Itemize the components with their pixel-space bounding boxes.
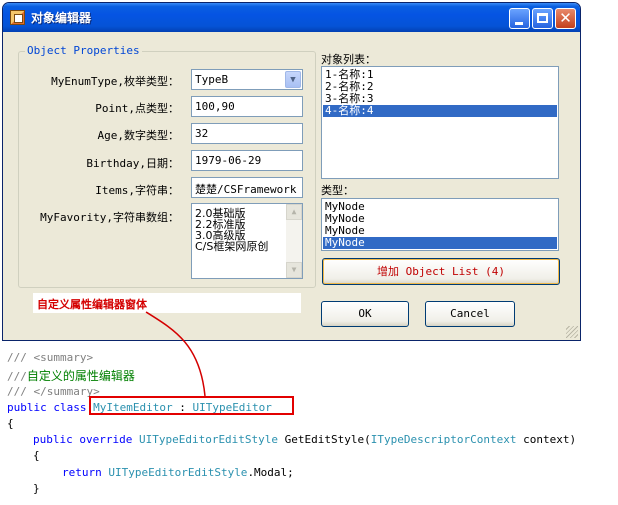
enum-type-value: TypeB xyxy=(195,73,229,86)
age-label: Age,数字类型： xyxy=(97,129,180,142)
code-line-1: /// <summary> xyxy=(7,351,94,364)
code-line-3: /// </summary> xyxy=(7,385,100,398)
close-button[interactable]: ✕ xyxy=(555,8,576,29)
code-keyword: public override xyxy=(33,433,139,446)
code-param: context) xyxy=(516,433,577,446)
object-list-label: 对象列表： xyxy=(321,53,376,66)
object-properties-group: Object Properties MyEnumType,枚举类型： TypeB… xyxy=(18,44,316,288)
close-icon: ✕ xyxy=(559,9,572,27)
favority-line: C/S框架网原创 xyxy=(195,240,269,253)
code-line-6: public override UITypeEditorEditStyle Ge… xyxy=(33,433,576,446)
minimize-button[interactable] xyxy=(509,8,530,29)
favority-scrollbar[interactable]: ▲ ▼ xyxy=(286,204,302,278)
caption-box: 自定义属性编辑器窗体 xyxy=(33,293,301,313)
point-label: Point,点类型： xyxy=(95,102,179,115)
code-line-7: { xyxy=(33,449,40,462)
scroll-up-icon[interactable]: ▲ xyxy=(286,204,302,220)
title-bar[interactable]: 对象编辑器 ✕ xyxy=(3,3,580,32)
scroll-down-icon[interactable]: ▼ xyxy=(286,262,302,278)
minimize-icon xyxy=(515,22,523,25)
code-line-8: return UITypeEditorEditStyle.Modal; xyxy=(62,466,294,479)
code-return-type: UITypeEditorEditStyle xyxy=(138,433,279,446)
code-line-9: } xyxy=(33,482,40,495)
group-legend: Object Properties xyxy=(25,44,142,57)
code-line-2: ///自定义的属性编辑器 xyxy=(7,367,135,384)
cancel-button[interactable]: Cancel xyxy=(425,301,515,327)
age-input[interactable]: 32 xyxy=(191,123,303,144)
caption-text: 自定义属性编辑器窗体 xyxy=(37,298,147,311)
resize-grip-icon[interactable] xyxy=(566,326,578,338)
type-list-label: 类型： xyxy=(321,184,354,197)
type-listbox[interactable]: MyNode MyNode MyNode MyNode xyxy=(321,198,559,251)
birthday-label: Birthday,日期： xyxy=(86,157,179,170)
code-keyword: public class xyxy=(7,401,94,414)
code-member: .Modal; xyxy=(247,466,294,479)
code-type: UITypeEditorEditStyle xyxy=(108,466,248,479)
items-label: Items,字符串： xyxy=(95,184,179,197)
add-object-list-button[interactable]: 增加 Object List (4) xyxy=(322,258,560,285)
editor-window: 对象编辑器 ✕ Object Properties MyEnumType,枚举类… xyxy=(2,2,581,341)
maximize-button[interactable] xyxy=(532,8,553,29)
code-comment-prefix: /// xyxy=(7,370,27,383)
code-method: GetEditStyle( xyxy=(278,433,371,446)
window-title: 对象编辑器 xyxy=(31,11,92,25)
list-item-selected[interactable]: 4-名称:4 xyxy=(323,105,557,117)
app-icon xyxy=(10,10,25,25)
code-comment-text: 自定义的属性编辑器 xyxy=(26,369,135,383)
enum-type-label: MyEnumType,枚举类型： xyxy=(51,75,179,88)
ok-button[interactable]: OK xyxy=(321,301,409,327)
favority-textarea[interactable]: 2.0基础版 2.2标准版 3.0高级版 C/S框架网原创 ▲ ▼ xyxy=(191,203,303,279)
birthday-input[interactable]: 1979-06-29 xyxy=(191,150,303,171)
highlight-box xyxy=(89,396,294,415)
code-param-type: ITypeDescriptorContext xyxy=(370,433,517,446)
code-line-5: { xyxy=(7,417,14,430)
maximize-icon xyxy=(537,13,548,23)
point-input[interactable]: 100,90 xyxy=(191,96,303,117)
list-item-selected[interactable]: MyNode xyxy=(323,237,557,249)
object-listbox[interactable]: 1-名称:1 2-名称:2 3-名称:3 4-名称:4 xyxy=(321,66,559,179)
chevron-down-icon[interactable]: ▼ xyxy=(285,71,301,88)
code-keyword: return xyxy=(62,466,109,479)
items-input[interactable]: 楚楚/CSFramework xyxy=(191,177,303,198)
favority-label: MyFavority,字符串数组： xyxy=(40,211,179,224)
enum-type-select[interactable]: TypeB ▼ xyxy=(191,69,303,90)
